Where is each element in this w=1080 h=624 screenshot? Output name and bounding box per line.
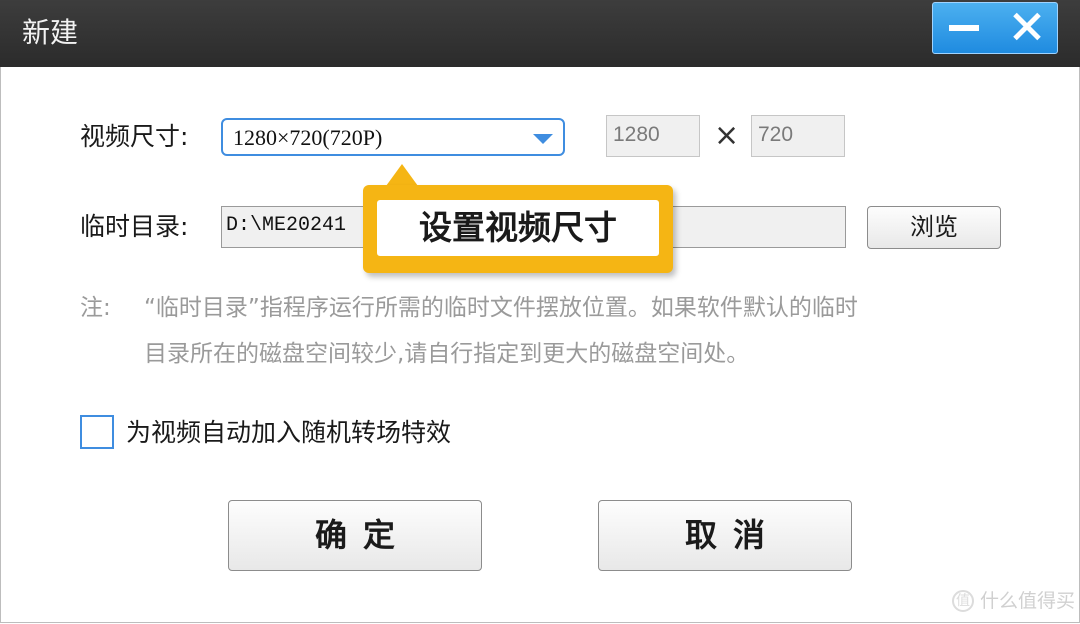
minimize-icon[interactable]: [949, 25, 979, 31]
times-icon: ×: [714, 118, 740, 153]
tooltip-text: 设置视频尺寸: [377, 200, 659, 256]
random-transition-checkbox[interactable]: [80, 415, 114, 449]
chevron-down-icon[interactable]: [533, 134, 553, 144]
watermark-logo-icon: 值: [952, 590, 974, 612]
random-transition-label[interactable]: 为视频自动加入随机转场特效: [126, 416, 451, 450]
height-input[interactable]: 720: [751, 115, 845, 157]
window-title: 新建: [22, 16, 79, 49]
cancel-button[interactable]: 取消: [598, 500, 852, 571]
title-bar: 新建: [0, 0, 1080, 67]
width-input[interactable]: 1280: [606, 115, 700, 157]
video-size-label: 视频尺寸:: [80, 122, 189, 151]
temp-dir-label: 临时目录:: [80, 212, 189, 241]
tooltip-arrow: [386, 164, 418, 186]
video-size-select[interactable]: 1280×720(720P): [221, 118, 565, 156]
note-line-2: 目录所在的磁盘空间较少,请自行指定到更大的磁盘空间处。: [144, 341, 750, 367]
video-size-selected-value: 1280×720(720P): [233, 125, 383, 150]
ok-button[interactable]: 确定: [228, 500, 482, 571]
browse-button[interactable]: 浏览: [867, 206, 1001, 249]
tooltip-callout: 设置视频尺寸: [363, 185, 673, 273]
window-controls: [932, 2, 1058, 54]
watermark-text: 什么值得买: [980, 590, 1076, 612]
note-prefix: 注:: [80, 295, 111, 321]
close-icon[interactable]: [1009, 9, 1045, 45]
note-line-1: “临时目录”指程序运行所需的临时文件摆放位置。如果软件默认的临时: [144, 295, 858, 321]
